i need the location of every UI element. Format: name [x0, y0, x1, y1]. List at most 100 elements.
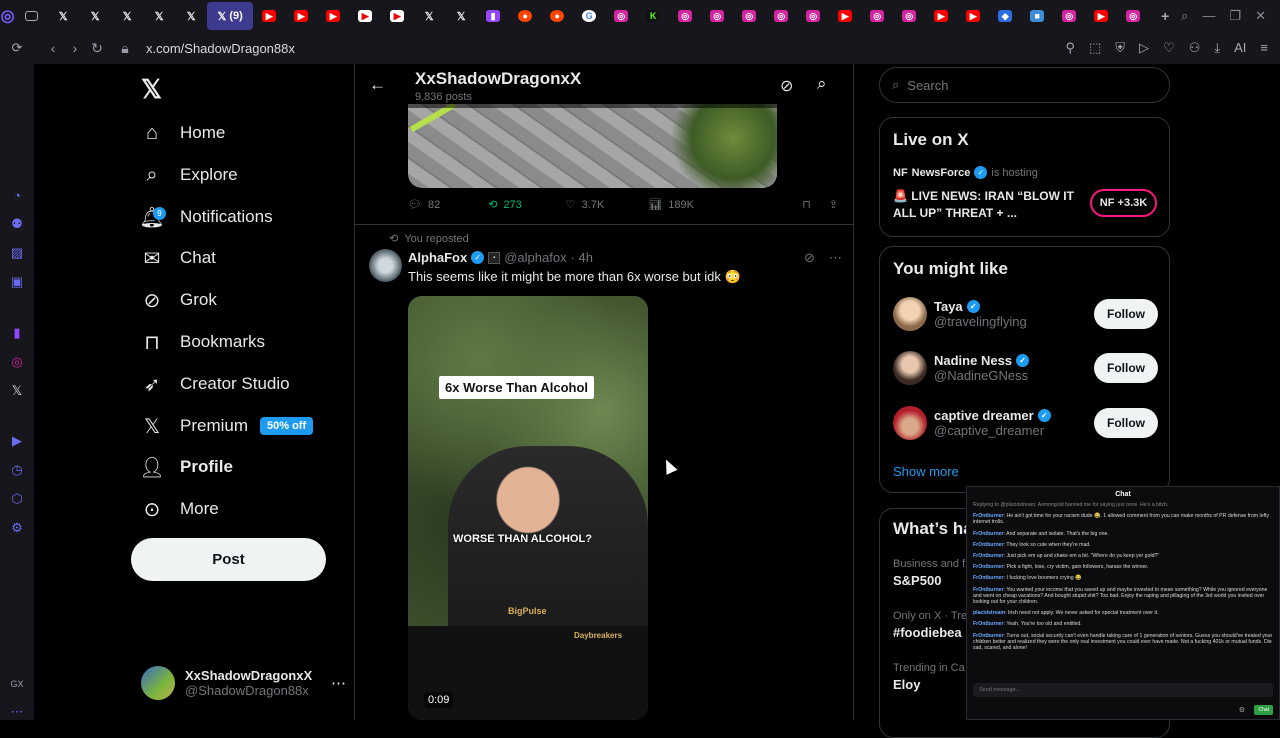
nav-premium[interactable]: 𝕏 Premium 50% off	[131, 406, 314, 446]
nav-grok[interactable]: ⊘ Grok	[131, 280, 217, 320]
trend-item[interactable]: Only on X · Tre #foodiebea	[893, 610, 967, 640]
minimize-icon[interactable]: —	[1202, 8, 1215, 24]
more-dots-icon[interactable]: ⋯	[331, 674, 346, 692]
tab-youtube[interactable]: ▶	[285, 2, 317, 30]
settings-icon[interactable]: ⚙	[1239, 706, 1245, 714]
snapshot-icon[interactable]: ⬚	[1089, 40, 1101, 56]
messenger-icon[interactable]: ▣	[8, 274, 26, 290]
tab-instagram[interactable]: ◎	[893, 2, 925, 30]
more-icon[interactable]: ⋯	[8, 704, 26, 720]
wallet-icon[interactable]: ⚇	[1189, 40, 1201, 56]
tab-x[interactable]: 𝕏	[79, 2, 111, 30]
reload-icon[interactable]: ↻	[86, 40, 108, 57]
stripes-icon[interactable]: ▨	[8, 245, 26, 261]
tab-app[interactable]: ■	[1021, 2, 1053, 30]
tab-x[interactable]: 𝕏	[413, 2, 445, 30]
chat-user[interactable]: FrOntburner	[973, 513, 1004, 519]
suggestion-row[interactable]: captive dreamer ✓ @captive_dreamer Follow	[893, 403, 1158, 443]
tab-instagram[interactable]: ◎	[669, 2, 701, 30]
trend-item[interactable]: Business and f S&P500	[893, 558, 965, 588]
reply-action[interactable]: 💬︎ 82	[408, 198, 440, 212]
forward-nav-icon[interactable]: ›	[64, 40, 86, 56]
tab-youtube[interactable]: ▶	[1085, 2, 1117, 30]
bookmark-action[interactable]: ⊓	[802, 198, 811, 211]
chat-user[interactable]: FrOntburner	[973, 575, 1004, 581]
tab-play[interactable]: ▶	[381, 2, 413, 30]
tab-instagram[interactable]: ◎	[605, 2, 637, 30]
chat-input[interactable]: Send message...	[973, 683, 1273, 697]
pin-icon[interactable]: ⚲	[1065, 40, 1075, 56]
maximize-icon[interactable]: ❐	[1229, 8, 1241, 24]
tab-instagram[interactable]: ◎	[797, 2, 829, 30]
post-author-handle[interactable]: @alphafox	[504, 250, 566, 265]
tab-play[interactable]: ▶	[349, 2, 381, 30]
nav-home[interactable]: ⌂ Home	[131, 113, 225, 153]
suggestion-row[interactable]: Taya ✓ @travelingflying Follow	[893, 294, 1158, 334]
show-more-link[interactable]: Show more	[893, 464, 959, 479]
nav-bookmarks[interactable]: ⊓ Bookmarks	[131, 322, 265, 362]
tab-youtube[interactable]: ▶	[957, 2, 989, 30]
back-arrow-icon[interactable]: ←	[369, 75, 386, 95]
tab-x[interactable]: 𝕏	[143, 2, 175, 30]
follow-button[interactable]: Follow	[1094, 299, 1158, 329]
extensions-icon[interactable]: ⬡	[8, 491, 26, 507]
bot-icon[interactable]: ⚉	[8, 216, 26, 232]
views-action[interactable]: 📊︎ 189K	[648, 198, 694, 212]
instagram-icon[interactable]: ◎	[8, 354, 26, 370]
nav-chat[interactable]: ✉ Chat	[131, 238, 216, 278]
player-icon[interactable]: ▶	[8, 433, 26, 449]
previous-post-image[interactable]	[408, 104, 777, 188]
chat-user[interactable]: placidstream	[973, 610, 1005, 616]
post-video[interactable]: 6x Worse Than Alcohol WORSE THAN ALCOHOL…	[408, 296, 648, 720]
tab-instagram[interactable]: ◎	[1053, 2, 1085, 30]
menu-icon[interactable]: ≡	[1260, 40, 1268, 56]
chat-user[interactable]: FrOntburner	[973, 531, 1004, 537]
aria-icon[interactable]: ◔	[8, 188, 26, 203]
tab-instagram[interactable]: ◎	[765, 2, 797, 30]
tab-instagram[interactable]: ◎	[861, 2, 893, 30]
trend-item[interactable]: Trending in Ca Eloy	[893, 662, 965, 692]
tab-twitch[interactable]: ▮	[477, 2, 509, 30]
chat-user[interactable]: FrOntburner	[973, 621, 1004, 627]
tab-x[interactable]: 𝕏	[111, 2, 143, 30]
follow-button[interactable]: Follow	[1094, 353, 1158, 383]
tab-google[interactable]: G	[573, 2, 605, 30]
chat-user[interactable]: FrOntburner	[973, 542, 1004, 548]
follow-button[interactable]: Follow	[1094, 408, 1158, 438]
heart-icon[interactable]: ♡	[1163, 40, 1175, 56]
x-logo-icon[interactable]: 𝕏	[8, 383, 26, 399]
tab-youtube[interactable]: ▶	[317, 2, 349, 30]
x-logo-icon[interactable]: 𝕏	[141, 74, 162, 105]
nav-more[interactable]: ⊙ More	[131, 489, 219, 529]
tab-instagram[interactable]: ◎	[733, 2, 765, 30]
chat-user[interactable]: FrOntburner	[973, 564, 1004, 570]
tab-kick[interactable]: K	[637, 2, 669, 30]
ai-button[interactable]: AI	[1234, 40, 1246, 56]
share-action[interactable]: ⇪	[829, 198, 838, 211]
tab-youtube[interactable]: ▶	[829, 2, 861, 30]
post-avatar[interactable]	[369, 249, 402, 282]
play-icon[interactable]: ▷	[1139, 40, 1149, 56]
chat-user[interactable]: FrOntburner	[973, 553, 1004, 559]
nav-creator-studio[interactable]: ➶ Creator Studio	[131, 364, 290, 404]
tab-reddit[interactable]: ●	[541, 2, 573, 30]
nav-notifications[interactable]: 🔔︎ 9 Notifications	[131, 197, 273, 237]
tab-x[interactable]: 𝕏	[175, 2, 207, 30]
nav-explore[interactable]: ⌕ Explore	[131, 155, 237, 195]
live-host[interactable]: NF NewsForce ✓ is hosting	[893, 166, 1038, 179]
suggestion-row[interactable]: Nadine Ness ✓ @NadineGNess Follow	[893, 348, 1158, 388]
tab-app[interactable]	[15, 2, 47, 30]
grok-icon[interactable]: ⊘	[780, 76, 793, 96]
url-field[interactable]: x.com/ShadowDragon88x	[146, 41, 295, 56]
tab-x[interactable]: 𝕏	[445, 2, 477, 30]
account-switcher[interactable]: XxShadowDragonxX @ShadowDragon88x ⋯	[141, 662, 346, 704]
back-nav-icon[interactable]: ‹	[42, 40, 64, 56]
tab-x-active[interactable]: 𝕏 (9)	[207, 2, 254, 30]
more-dots-icon[interactable]: ⋯	[829, 250, 842, 266]
tab-x[interactable]: 𝕏	[47, 2, 79, 30]
search-input[interactable]: ⌕ Search	[879, 67, 1170, 103]
settings-icon[interactable]: ⚙	[8, 520, 26, 536]
history-icon[interactable]: ◷	[8, 462, 26, 478]
chat-send-button[interactable]: Chat	[1254, 705, 1273, 715]
twitch-icon[interactable]: ▮	[8, 325, 26, 341]
